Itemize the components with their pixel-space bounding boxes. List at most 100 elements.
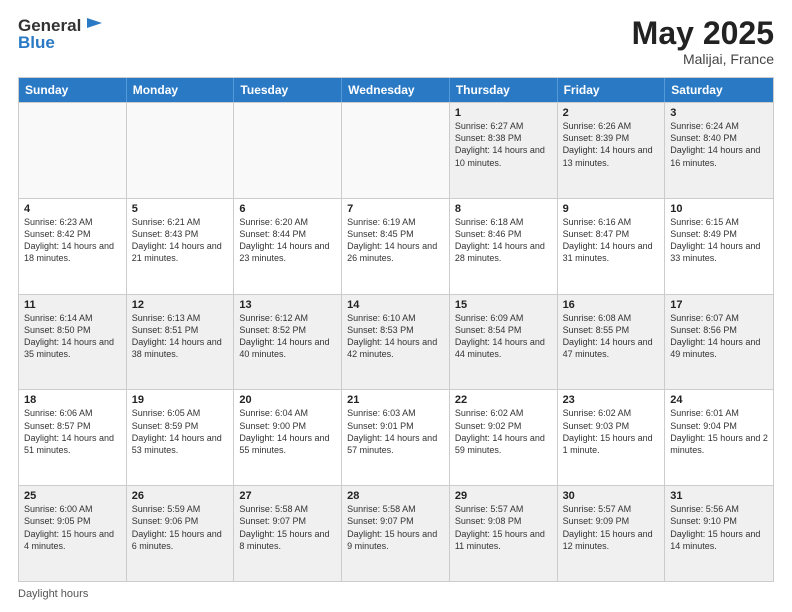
- day-info: Sunrise: 6:13 AM Sunset: 8:51 PM Dayligh…: [132, 312, 229, 361]
- day-info: Sunrise: 6:19 AM Sunset: 8:45 PM Dayligh…: [347, 216, 444, 265]
- day-info: Sunrise: 5:59 AM Sunset: 9:06 PM Dayligh…: [132, 503, 229, 552]
- day-info: Sunrise: 6:14 AM Sunset: 8:50 PM Dayligh…: [24, 312, 121, 361]
- day-info: Sunrise: 6:21 AM Sunset: 8:43 PM Dayligh…: [132, 216, 229, 265]
- calendar-week-row: 4Sunrise: 6:23 AM Sunset: 8:42 PM Daylig…: [19, 198, 773, 294]
- day-info: Sunrise: 5:57 AM Sunset: 9:09 PM Dayligh…: [563, 503, 660, 552]
- calendar-day-cell: 22Sunrise: 6:02 AM Sunset: 9:02 PM Dayli…: [450, 390, 558, 485]
- calendar-day-cell: 24Sunrise: 6:01 AM Sunset: 9:04 PM Dayli…: [665, 390, 773, 485]
- title-location: Malijai, France: [632, 51, 774, 67]
- day-number: 14: [347, 299, 444, 311]
- calendar-day-cell: 9Sunrise: 6:16 AM Sunset: 8:47 PM Daylig…: [558, 199, 666, 294]
- day-info: Sunrise: 6:03 AM Sunset: 9:01 PM Dayligh…: [347, 407, 444, 456]
- calendar-day-cell: 1Sunrise: 6:27 AM Sunset: 8:38 PM Daylig…: [450, 103, 558, 198]
- day-number: 30: [563, 490, 660, 502]
- logo-blue-text: Blue: [18, 33, 104, 53]
- calendar-day-cell: 27Sunrise: 5:58 AM Sunset: 9:07 PM Dayli…: [234, 486, 342, 581]
- day-number: 3: [670, 107, 768, 119]
- calendar-day-cell: 12Sunrise: 6:13 AM Sunset: 8:51 PM Dayli…: [127, 295, 235, 390]
- day-number: 15: [455, 299, 552, 311]
- cal-header-cell: Saturday: [665, 78, 773, 102]
- calendar-day-cell: 14Sunrise: 6:10 AM Sunset: 8:53 PM Dayli…: [342, 295, 450, 390]
- day-info: Sunrise: 5:57 AM Sunset: 9:08 PM Dayligh…: [455, 503, 552, 552]
- cal-header-cell: Friday: [558, 78, 666, 102]
- day-number: 16: [563, 299, 660, 311]
- day-number: 31: [670, 490, 768, 502]
- header: General Blue May 2025 Malijai, France: [18, 16, 774, 67]
- day-info: Sunrise: 6:24 AM Sunset: 8:40 PM Dayligh…: [670, 120, 768, 169]
- footer-note: Daylight hours: [18, 588, 774, 600]
- daylight-hours-label: Daylight hours: [18, 588, 88, 600]
- calendar-day-cell: [127, 103, 235, 198]
- day-number: 12: [132, 299, 229, 311]
- calendar-day-cell: [342, 103, 450, 198]
- day-number: 24: [670, 394, 768, 406]
- calendar-day-cell: 2Sunrise: 6:26 AM Sunset: 8:39 PM Daylig…: [558, 103, 666, 198]
- calendar-day-cell: 3Sunrise: 6:24 AM Sunset: 8:40 PM Daylig…: [665, 103, 773, 198]
- calendar-day-cell: 7Sunrise: 6:19 AM Sunset: 8:45 PM Daylig…: [342, 199, 450, 294]
- day-number: 7: [347, 203, 444, 215]
- day-info: Sunrise: 6:00 AM Sunset: 9:05 PM Dayligh…: [24, 503, 121, 552]
- day-info: Sunrise: 6:02 AM Sunset: 9:02 PM Dayligh…: [455, 407, 552, 456]
- day-info: Sunrise: 6:05 AM Sunset: 8:59 PM Dayligh…: [132, 407, 229, 456]
- day-number: 9: [563, 203, 660, 215]
- calendar-day-cell: 10Sunrise: 6:15 AM Sunset: 8:49 PM Dayli…: [665, 199, 773, 294]
- cal-header-cell: Monday: [127, 78, 235, 102]
- calendar-day-cell: 18Sunrise: 6:06 AM Sunset: 8:57 PM Dayli…: [19, 390, 127, 485]
- calendar-day-cell: 17Sunrise: 6:07 AM Sunset: 8:56 PM Dayli…: [665, 295, 773, 390]
- day-number: 2: [563, 107, 660, 119]
- calendar-day-cell: 6Sunrise: 6:20 AM Sunset: 8:44 PM Daylig…: [234, 199, 342, 294]
- day-number: 19: [132, 394, 229, 406]
- day-number: 23: [563, 394, 660, 406]
- day-number: 8: [455, 203, 552, 215]
- day-number: 25: [24, 490, 121, 502]
- day-number: 11: [24, 299, 121, 311]
- calendar-week-row: 18Sunrise: 6:06 AM Sunset: 8:57 PM Dayli…: [19, 389, 773, 485]
- day-number: 5: [132, 203, 229, 215]
- calendar-day-cell: [19, 103, 127, 198]
- day-info: Sunrise: 6:18 AM Sunset: 8:46 PM Dayligh…: [455, 216, 552, 265]
- calendar-day-cell: 11Sunrise: 6:14 AM Sunset: 8:50 PM Dayli…: [19, 295, 127, 390]
- logo: General Blue: [18, 16, 104, 52]
- title-month: May 2025: [632, 16, 774, 51]
- day-number: 13: [239, 299, 336, 311]
- day-info: Sunrise: 6:26 AM Sunset: 8:39 PM Dayligh…: [563, 120, 660, 169]
- day-number: 4: [24, 203, 121, 215]
- calendar-header-row: SundayMondayTuesdayWednesdayThursdayFrid…: [19, 78, 773, 102]
- day-number: 1: [455, 107, 552, 119]
- cal-header-cell: Wednesday: [342, 78, 450, 102]
- day-number: 26: [132, 490, 229, 502]
- day-number: 21: [347, 394, 444, 406]
- day-info: Sunrise: 5:56 AM Sunset: 9:10 PM Dayligh…: [670, 503, 768, 552]
- calendar-week-row: 25Sunrise: 6:00 AM Sunset: 9:05 PM Dayli…: [19, 485, 773, 581]
- calendar-week-row: 11Sunrise: 6:14 AM Sunset: 8:50 PM Dayli…: [19, 294, 773, 390]
- day-info: Sunrise: 6:15 AM Sunset: 8:49 PM Dayligh…: [670, 216, 768, 265]
- calendar-day-cell: 28Sunrise: 5:58 AM Sunset: 9:07 PM Dayli…: [342, 486, 450, 581]
- calendar-day-cell: 13Sunrise: 6:12 AM Sunset: 8:52 PM Dayli…: [234, 295, 342, 390]
- calendar-day-cell: 29Sunrise: 5:57 AM Sunset: 9:08 PM Dayli…: [450, 486, 558, 581]
- calendar-day-cell: 15Sunrise: 6:09 AM Sunset: 8:54 PM Dayli…: [450, 295, 558, 390]
- calendar-week-row: 1Sunrise: 6:27 AM Sunset: 8:38 PM Daylig…: [19, 102, 773, 198]
- calendar-day-cell: 25Sunrise: 6:00 AM Sunset: 9:05 PM Dayli…: [19, 486, 127, 581]
- day-info: Sunrise: 6:12 AM Sunset: 8:52 PM Dayligh…: [239, 312, 336, 361]
- day-info: Sunrise: 6:01 AM Sunset: 9:04 PM Dayligh…: [670, 407, 768, 456]
- calendar-day-cell: [234, 103, 342, 198]
- calendar-day-cell: 20Sunrise: 6:04 AM Sunset: 9:00 PM Dayli…: [234, 390, 342, 485]
- day-number: 22: [455, 394, 552, 406]
- day-info: Sunrise: 6:08 AM Sunset: 8:55 PM Dayligh…: [563, 312, 660, 361]
- day-info: Sunrise: 6:04 AM Sunset: 9:00 PM Dayligh…: [239, 407, 336, 456]
- calendar-day-cell: 8Sunrise: 6:18 AM Sunset: 8:46 PM Daylig…: [450, 199, 558, 294]
- day-number: 18: [24, 394, 121, 406]
- day-info: Sunrise: 6:06 AM Sunset: 8:57 PM Dayligh…: [24, 407, 121, 456]
- cal-header-cell: Tuesday: [234, 78, 342, 102]
- day-number: 28: [347, 490, 444, 502]
- calendar-day-cell: 4Sunrise: 6:23 AM Sunset: 8:42 PM Daylig…: [19, 199, 127, 294]
- calendar-day-cell: 23Sunrise: 6:02 AM Sunset: 9:03 PM Dayli…: [558, 390, 666, 485]
- day-number: 20: [239, 394, 336, 406]
- day-info: Sunrise: 6:20 AM Sunset: 8:44 PM Dayligh…: [239, 216, 336, 265]
- day-info: Sunrise: 6:27 AM Sunset: 8:38 PM Dayligh…: [455, 120, 552, 169]
- cal-header-cell: Thursday: [450, 78, 558, 102]
- day-info: Sunrise: 5:58 AM Sunset: 9:07 PM Dayligh…: [347, 503, 444, 552]
- day-info: Sunrise: 6:02 AM Sunset: 9:03 PM Dayligh…: [563, 407, 660, 456]
- day-info: Sunrise: 6:07 AM Sunset: 8:56 PM Dayligh…: [670, 312, 768, 361]
- calendar-day-cell: 21Sunrise: 6:03 AM Sunset: 9:01 PM Dayli…: [342, 390, 450, 485]
